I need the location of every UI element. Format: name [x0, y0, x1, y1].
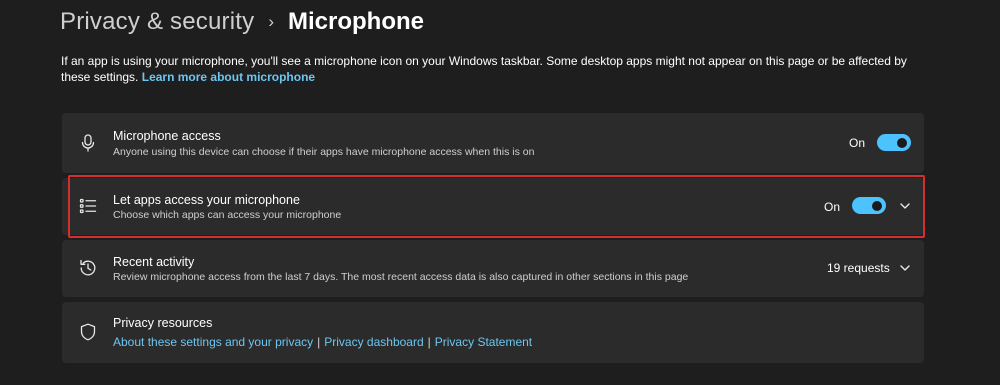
about-settings-link[interactable]: About these settings and your privacy: [113, 335, 313, 349]
history-icon: [78, 258, 98, 278]
breadcrumb-separator: ›: [268, 12, 274, 31]
link-separator: |: [317, 335, 321, 349]
breadcrumb: Privacy & security › Microphone: [60, 6, 424, 38]
recent-activity-setting[interactable]: Recent activity Review microphone access…: [62, 240, 924, 297]
setting-title: Recent activity: [113, 255, 195, 269]
page-title: Microphone: [287, 8, 424, 35]
microphone-access-setting: Microphone access Anyone using this devi…: [62, 113, 924, 173]
toggle-state-label: On: [849, 136, 866, 150]
privacy-dashboard-link[interactable]: Privacy dashboard: [324, 335, 423, 349]
microphone-access-toggle[interactable]: [877, 134, 911, 151]
link-separator: |: [427, 335, 431, 349]
request-count: 19 requests: [827, 261, 890, 275]
setting-subtitle: Anyone using this device can choose if t…: [113, 146, 535, 158]
privacy-links: About these settings and your privacy | Pr…: [113, 335, 532, 349]
let-apps-access-setting[interactable]: Let apps access your microphone Choose w…: [62, 178, 924, 235]
setting-title: Let apps access your microphone: [113, 193, 300, 207]
chevron-down-icon[interactable]: [898, 199, 912, 213]
setting-subtitle: Choose which apps can access your microp…: [113, 209, 342, 221]
microphone-icon: [78, 133, 98, 153]
page-description: If an app is using your microphone, you'…: [61, 53, 936, 85]
list-icon: [78, 196, 98, 216]
toggle-knob: [897, 137, 907, 148]
setting-title: Privacy resources: [113, 316, 213, 330]
privacy-resources-setting: Privacy resources About these settings a…: [62, 302, 924, 363]
toggle-state-label: On: [824, 200, 841, 214]
let-apps-access-toggle[interactable]: [852, 197, 886, 214]
setting-title: Microphone access: [113, 129, 221, 143]
privacy-statement-link[interactable]: Privacy Statement: [435, 335, 532, 349]
shield-icon: [78, 322, 98, 342]
setting-subtitle: Review microphone access from the last 7…: [113, 271, 689, 283]
learn-more-link[interactable]: Learn more about microphone: [142, 70, 315, 84]
toggle-knob: [872, 200, 882, 211]
breadcrumb-parent-link[interactable]: Privacy & security: [60, 8, 254, 36]
chevron-down-icon[interactable]: [898, 261, 912, 275]
